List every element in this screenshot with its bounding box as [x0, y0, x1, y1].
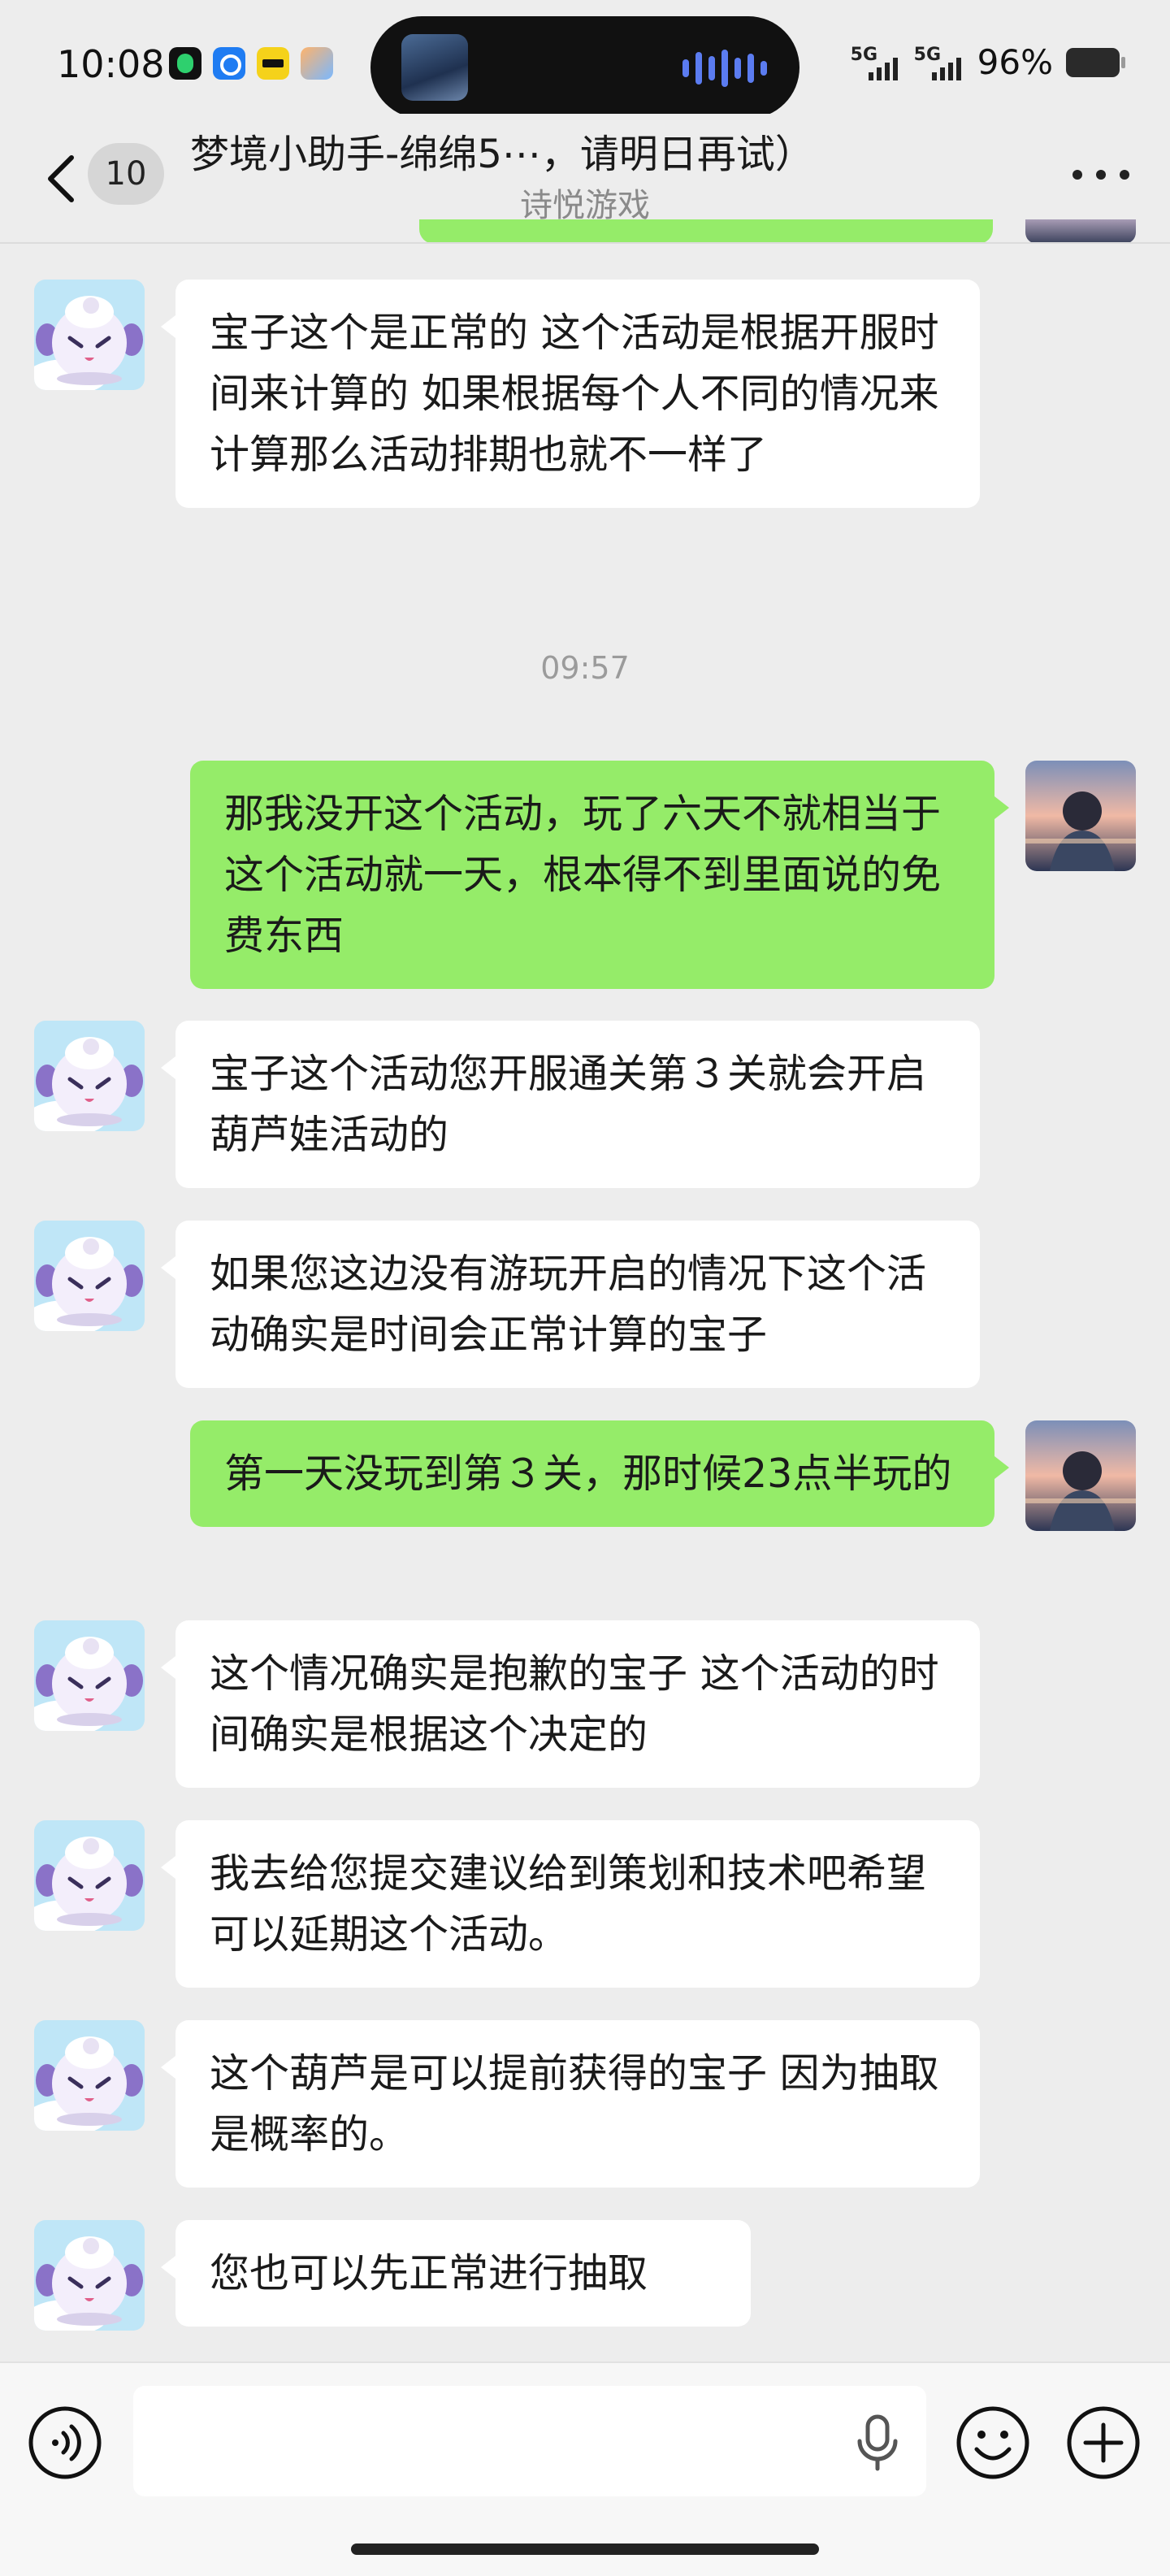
status-time: 10:08 — [57, 42, 165, 86]
qq-music-icon — [169, 47, 202, 80]
voice-mode-icon — [28, 2406, 102, 2479]
message-text: 这个情况确实是抱歉的宝子 这个活动的时间确实是根据这个决定的 — [210, 1650, 939, 1758]
message-text: 宝子这个活动您开服通关第３关就会开启葫芦娃活动的 — [210, 1051, 927, 1158]
previous-user-avatar — [1025, 219, 1136, 244]
chat-title[interactable]: 梦境小助手-绵绵5⋯，请明日再试） — [190, 122, 978, 179]
bot-avatar[interactable] — [34, 1221, 145, 1331]
microphone-button[interactable] — [853, 2412, 902, 2474]
message-text: 那我没开这个活动，玩了六天不就相当于这个活动就一天，根本得不到里面说的免费东西 — [224, 791, 942, 959]
message-text: 我去给您提交建议给到策划和技术吧希望可以延期这个活动。 — [210, 1850, 927, 1958]
audio-wave-icon — [682, 49, 767, 88]
user-avatar[interactable] — [1025, 761, 1136, 871]
status-right: 5G 5G 96% — [851, 42, 1125, 82]
media-thumbnail — [401, 34, 468, 101]
message-bubble-incoming[interactable]: 宝子这个活动您开服通关第３关就会开启葫芦娃活动的 — [161, 1021, 980, 1188]
bot-avatar[interactable] — [34, 1620, 145, 1731]
battery-icon — [1066, 47, 1125, 77]
message-bubble-outgoing[interactable]: 第一天没玩到第３关，那时候23点半玩的 — [190, 1420, 1009, 1527]
bot-avatar[interactable] — [34, 1021, 145, 1131]
message-bubble-incoming[interactable]: 宝子这个是正常的 这个活动是根据开服时间来计算的 如果根据每个人不同的情况来计算… — [161, 280, 980, 508]
message-bubble-incoming[interactable]: 这个葫芦是可以提前获得的宝子 因为抽取是概率的。 — [161, 2020, 980, 2188]
battery-percent: 96% — [977, 42, 1053, 82]
mascot-avatar-icon — [34, 1221, 145, 1331]
message-bubble-incoming[interactable]: 我去给您提交建议给到策划和技术吧希望可以延期这个活动。 — [161, 1820, 980, 1988]
message-bubble-outgoing[interactable]: 那我没开这个活动，玩了六天不就相当于这个活动就一天，根本得不到里面说的免费东西 — [190, 761, 1009, 989]
voice-mode-button[interactable] — [26, 2404, 104, 2482]
message-text: 如果您这边没有游玩开启的情况下这个活动确实是时间会正常计算的宝子 — [210, 1251, 927, 1358]
mascot-avatar-icon — [34, 2020, 145, 2131]
chat-input-bar — [0, 2361, 1170, 2576]
bot-avatar[interactable] — [34, 2020, 145, 2131]
plus-button[interactable] — [1064, 2404, 1142, 2482]
plus-circle-icon — [1067, 2406, 1140, 2479]
message-text: 宝子这个是正常的 这个活动是根据开服时间来计算的 如果根据每个人不同的情况来计算… — [210, 310, 939, 478]
mascot-avatar-icon — [34, 1021, 145, 1131]
mascot-avatar-icon — [34, 1620, 145, 1731]
mascot-avatar-icon — [34, 2220, 145, 2331]
microphone-icon — [857, 2414, 898, 2471]
more-dots-icon — [1072, 170, 1082, 180]
message-timestamp: 09:57 — [540, 650, 630, 686]
previous-outgoing-bubble — [419, 219, 993, 244]
signal-icon: 5G — [851, 45, 901, 80]
emoji-icon — [956, 2406, 1029, 2479]
mascot-avatar-icon — [34, 280, 145, 390]
mascot-avatar-icon — [34, 1820, 145, 1931]
browser-icon — [213, 47, 245, 80]
user-avatar-image — [1025, 1420, 1136, 1531]
bot-avatar[interactable] — [34, 2220, 145, 2331]
bot-avatar[interactable] — [34, 280, 145, 390]
user-avatar[interactable] — [1025, 1420, 1136, 1531]
message-text: 第一天没玩到第３关，那时候23点半玩的 — [224, 1451, 952, 1497]
gallery-icon — [301, 47, 333, 80]
message-text: 这个葫芦是可以提前获得的宝子 因为抽取是概率的。 — [210, 2050, 939, 2158]
message-input[interactable] — [133, 2386, 926, 2496]
message-bubble-incoming[interactable]: 如果您这边没有游玩开启的情况下这个活动确实是时间会正常计算的宝子 — [161, 1221, 980, 1388]
user-avatar-image — [1025, 761, 1136, 871]
home-indicator[interactable] — [351, 2543, 819, 2555]
wallet-icon — [257, 47, 289, 80]
message-bubble-incoming[interactable]: 您也可以先正常进行抽取 — [161, 2220, 751, 2327]
more-button[interactable] — [1072, 163, 1129, 187]
message-text: 您也可以先正常进行抽取 — [210, 2250, 648, 2296]
status-app-icons — [169, 47, 333, 80]
emoji-button[interactable] — [954, 2404, 1032, 2482]
header-divider — [0, 242, 1170, 244]
bot-avatar[interactable] — [34, 1820, 145, 1931]
signal-icon-2: 5G — [914, 45, 964, 80]
message-bubble-incoming[interactable]: 这个情况确实是抱歉的宝子 这个活动的时间确实是根据这个决定的 — [161, 1620, 980, 1788]
dynamic-island[interactable] — [370, 16, 800, 119]
